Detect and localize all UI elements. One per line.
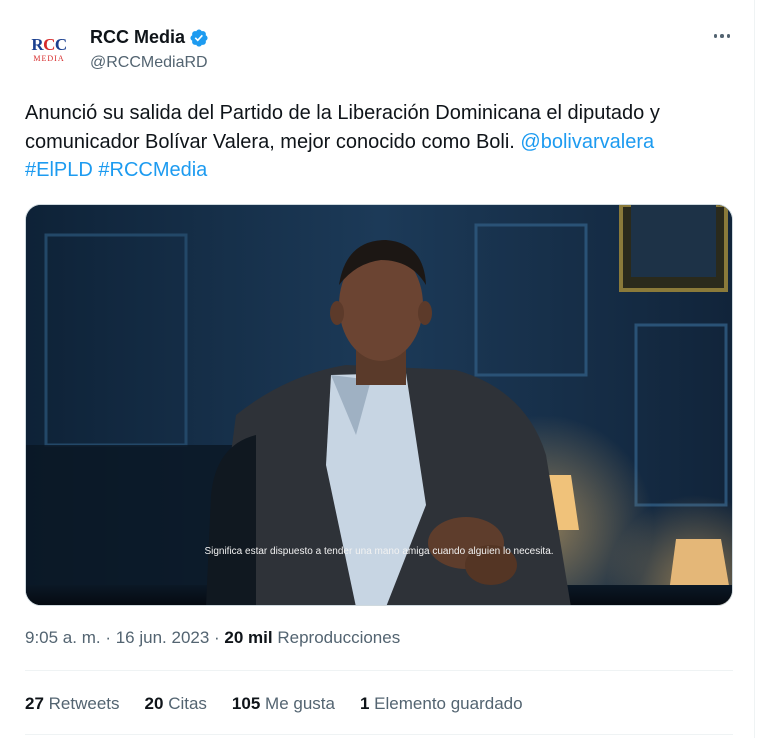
bookmarks-stat[interactable]: 1 Elemento guardado [360, 694, 523, 714]
video-player[interactable]: Significa estar dispuesto a tender una m… [25, 204, 733, 606]
hashtag-link[interactable]: #RCCMedia [98, 159, 207, 181]
avatar-logo-text: RCC [31, 34, 67, 54]
divider [25, 734, 733, 735]
quotes-count: 20 [144, 694, 164, 713]
author-name-row: RCC Media [90, 27, 209, 48]
tweet-card: RCC MEDIA RCC Media @RCCMediaRD Anunció … [0, 0, 755, 738]
tweet-meta: 9:05 a. m. · 16 jun. 2023 · 20 mil Repro… [25, 628, 401, 647]
more-options-button[interactable] [710, 26, 734, 46]
verified-badge-icon [190, 28, 208, 47]
bookmarks-label: Elemento guardado [374, 694, 523, 713]
author-display-name[interactable]: RCC Media [90, 27, 185, 48]
likes-label: Me gusta [265, 694, 335, 713]
divider [25, 670, 733, 671]
tweet-text: Anunció su salida del Partido de la Libe… [25, 99, 735, 185]
video-subtitle: Significa estar dispuesto a tender una m… [204, 546, 554, 557]
retweets-count: 27 [25, 694, 44, 713]
more-horizontal-icon [713, 34, 718, 38]
tweet-stats: 27 Retweets 20 Citas 105 Me gusta 1 Elem… [25, 694, 548, 714]
mention-link[interactable]: @bolivarvalera [520, 131, 654, 153]
bookmarks-count: 1 [359, 694, 370, 713]
likes-count: 105 [231, 694, 261, 713]
retweets-stat[interactable]: 27 Retweets [25, 694, 120, 714]
retweets-label: Retweets [48, 694, 120, 713]
avatar[interactable]: RCC MEDIA [24, 24, 74, 74]
hashtag-link[interactable]: #ElPLD [25, 159, 93, 181]
quotes-label: Citas [168, 694, 207, 713]
quotes-stat[interactable]: 20 Citas [145, 694, 207, 714]
avatar-logo-subtext: MEDIA [33, 53, 65, 63]
views-label: Reproducciones [277, 628, 401, 647]
views-count: 20 mil [224, 628, 273, 647]
tweet-date[interactable]: 16 jun. 2023 [116, 628, 210, 647]
author-handle[interactable]: @RCCMediaRD [90, 54, 208, 72]
likes-stat[interactable]: 105 Me gusta [232, 694, 335, 714]
tweet-time[interactable]: 9:05 a. m. [25, 628, 101, 647]
